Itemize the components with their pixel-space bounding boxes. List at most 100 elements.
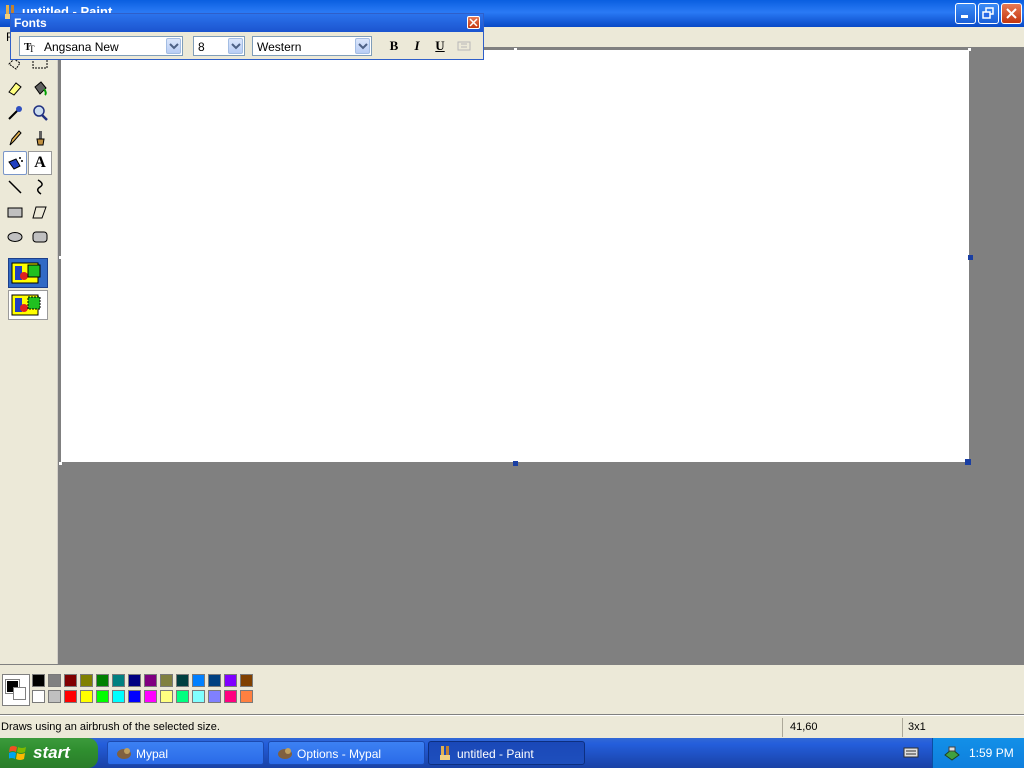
color-swatch[interactable] (112, 690, 125, 703)
color-swatch[interactable] (64, 674, 77, 687)
restore-button[interactable] (978, 3, 999, 24)
svg-text:T: T (29, 44, 35, 52)
taskbar-item-paint[interactable]: untitled - Paint (428, 741, 585, 765)
font-name-value: Angsana New (44, 40, 119, 54)
underline-button[interactable]: U (430, 37, 450, 55)
rectangle-icon (7, 207, 23, 218)
font-size-dropdown-button[interactable] (228, 38, 243, 54)
color-swatch[interactable] (128, 674, 141, 687)
color-swatch[interactable] (240, 690, 253, 703)
curve-icon (37, 179, 43, 195)
status-message: Draws using an airbrush of the selected … (1, 721, 220, 733)
color-swatch[interactable] (112, 674, 125, 687)
network-icon[interactable] (943, 745, 961, 761)
chevron-down-icon (169, 43, 179, 50)
shapes-opaque-icon (11, 262, 41, 284)
start-label: start (33, 743, 70, 762)
text-icon: A (34, 154, 46, 171)
color-swatch[interactable] (144, 674, 157, 687)
close-icon (1006, 8, 1017, 19)
font-size-select[interactable]: 8 (193, 36, 245, 56)
minimize-button[interactable] (955, 3, 976, 24)
resize-handle-se[interactable] (965, 459, 971, 465)
color-swatch[interactable] (96, 674, 109, 687)
color-swatch[interactable] (208, 674, 221, 687)
color-swatch[interactable] (80, 674, 93, 687)
color-swatch[interactable] (128, 690, 141, 703)
taskbar-item-label: untitled - Paint (457, 747, 534, 761)
vertical-text-button (454, 37, 474, 55)
font-script-select[interactable]: Western (252, 36, 372, 56)
color-swatch[interactable] (32, 690, 45, 703)
color-swatch[interactable] (240, 674, 253, 687)
pick-color-tool[interactable] (3, 101, 27, 125)
line-tool[interactable] (3, 175, 27, 199)
pick-color-icon (8, 106, 22, 120)
ellipse-tool[interactable] (3, 225, 27, 249)
keyboard-icon[interactable] (903, 745, 919, 759)
color-swatch[interactable] (96, 690, 109, 703)
font-name-dropdown-button[interactable] (166, 38, 181, 54)
resize-handle-s[interactable] (513, 461, 518, 466)
restore-icon (982, 7, 994, 19)
eraser-tool[interactable] (3, 76, 27, 100)
brush-icon (36, 131, 45, 146)
fonts-close-button[interactable] (467, 16, 480, 29)
italic-button[interactable]: I (407, 37, 427, 55)
fill-option-opaque[interactable] (8, 258, 48, 288)
color-swatch[interactable] (192, 674, 205, 687)
pencil-tool[interactable] (3, 126, 27, 150)
resize-handle-n (514, 48, 517, 51)
status-selection-size: 3x1 (908, 721, 926, 733)
resize-handle-e[interactable] (968, 255, 973, 260)
color-swatch[interactable] (176, 674, 189, 687)
fonts-title-bar[interactable]: Fonts (11, 14, 483, 32)
fill-option-transparent[interactable] (8, 290, 48, 320)
bold-button[interactable]: B (384, 37, 404, 55)
drawing-canvas[interactable] (61, 50, 969, 462)
status-bar: Draws using an airbrush of the selected … (0, 715, 1024, 739)
clock[interactable]: 1:59 PM (969, 746, 1014, 760)
pencil-icon (9, 130, 22, 146)
polygon-icon (32, 206, 47, 219)
color-swatch[interactable] (48, 674, 61, 687)
font-script-dropdown-button[interactable] (355, 38, 370, 54)
color-swatch[interactable] (64, 690, 77, 703)
eraser-icon (8, 82, 22, 96)
rectangle-tool[interactable] (3, 200, 27, 224)
taskbar-item-options-mypal[interactable]: Options - Mypal (268, 741, 425, 765)
toolbox: A (0, 47, 58, 664)
color-swatch[interactable] (160, 690, 173, 703)
font-name-select[interactable]: TT Angsana New (19, 36, 183, 56)
color-swatch[interactable] (144, 690, 157, 703)
magnifier-tool[interactable] (28, 101, 52, 125)
start-button[interactable]: start (0, 738, 98, 768)
color-swatch[interactable] (224, 674, 237, 687)
color-swatch[interactable] (192, 690, 205, 703)
rounded-rectangle-icon (32, 231, 48, 243)
vertical-text-icon (457, 41, 471, 51)
rounded-rectangle-tool[interactable] (28, 225, 52, 249)
close-button[interactable] (1001, 3, 1022, 24)
airbrush-tool[interactable] (3, 151, 27, 175)
status-cursor-position: 41,60 (790, 721, 818, 733)
color-swatch[interactable] (208, 690, 221, 703)
brush-tool[interactable] (28, 126, 52, 150)
color-swatch[interactable] (160, 674, 173, 687)
color-swatch[interactable] (80, 690, 93, 703)
background-color (13, 687, 26, 700)
text-tool[interactable]: A (28, 151, 52, 175)
close-icon (469, 18, 478, 27)
color-swatch[interactable] (32, 674, 45, 687)
current-colors (2, 674, 30, 706)
polygon-tool[interactable] (28, 200, 52, 224)
color-swatch[interactable] (48, 690, 61, 703)
chevron-down-icon (231, 43, 241, 50)
fill-with-color-tool[interactable] (28, 76, 52, 100)
curve-tool[interactable] (28, 175, 52, 199)
mypal-app-icon (278, 748, 292, 759)
color-swatch[interactable] (176, 690, 189, 703)
color-swatch[interactable] (224, 690, 237, 703)
taskbar-item-mypal[interactable]: Mypal (107, 741, 264, 765)
taskbar-item-label: Mypal (136, 747, 169, 761)
